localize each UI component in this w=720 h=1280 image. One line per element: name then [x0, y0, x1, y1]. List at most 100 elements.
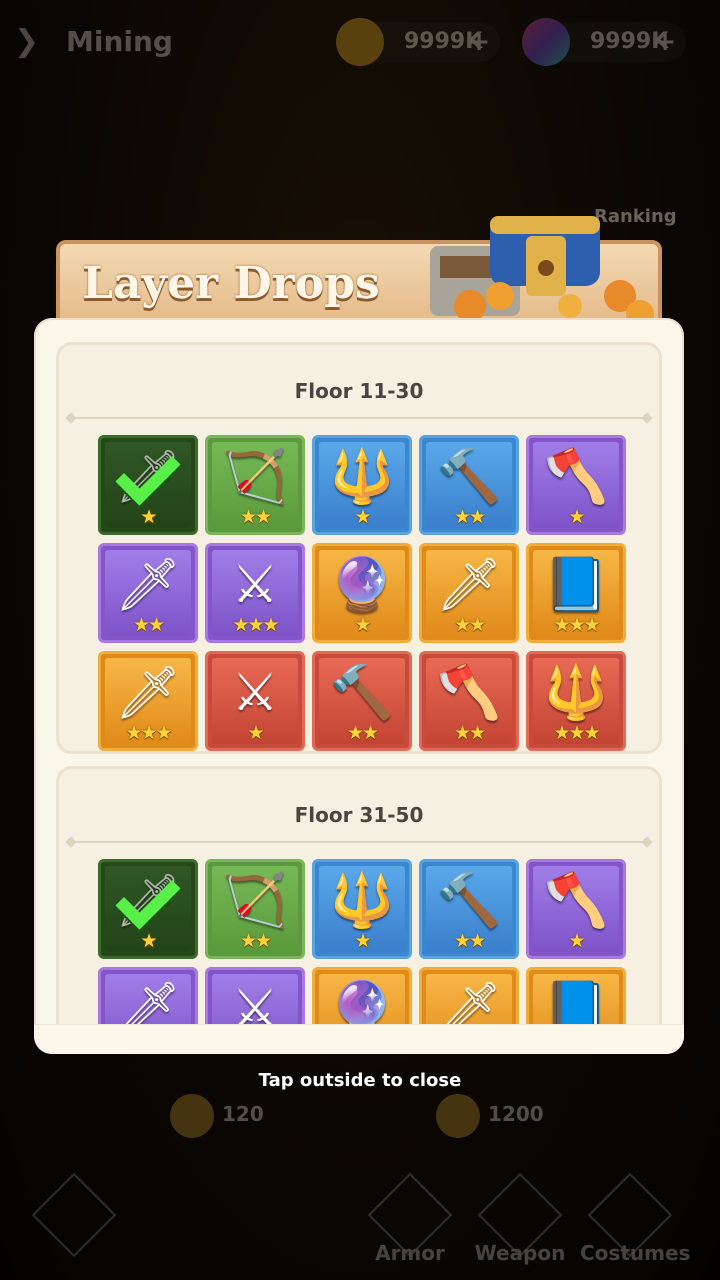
hammer-icon: 🔨	[436, 447, 502, 507]
spiked-mace-icon: 🔨	[329, 663, 395, 723]
star-rating: ★	[247, 722, 264, 744]
scimitar-icon: 🗡	[435, 979, 502, 1024]
axe-icon: 🪓	[543, 447, 609, 507]
star-rating: ★	[354, 506, 371, 528]
cost-small: 120	[170, 1092, 264, 1138]
bow-icon: 🏹	[222, 871, 288, 931]
drop-item-scimitar[interactable]: 🗡★★	[419, 967, 519, 1024]
section-title: Floor 11-30	[294, 379, 424, 403]
great-sword-icon: ⚔	[231, 555, 279, 615]
add-gold-icon[interactable]: +	[468, 22, 490, 62]
section-divider	[71, 417, 647, 419]
nav-costumes-label: Costumes	[580, 1241, 691, 1265]
axe-icon: 🪓	[543, 871, 609, 931]
drop-item-hammer[interactable]: 🔨 ★★	[419, 435, 519, 535]
drop-item-spiked-mace[interactable]: 🔨 ★★	[312, 651, 412, 751]
drop-item-ice-lance[interactable]: 🔱 ★★★	[526, 651, 626, 751]
drop-item-bow[interactable]: 🏹 ★★	[205, 859, 305, 959]
drop-item-spear[interactable]: 🔱 ★	[312, 435, 412, 535]
ice-lance-icon: 🔱	[543, 663, 609, 723]
hammer-icon: 🔨	[436, 871, 502, 931]
drops-scroll-area[interactable]: Floor 11-30 🗡 ★ 🏹 ★★ 🔱 ★ 🔨 ★★ 🪓 ★ 🗡 ★★ ⚔ ★★★ 🔮 ★ 🗡 ★★ 📘 ★★★…	[34, 318, 684, 1024]
nav-weapon-label: Weapon	[474, 1241, 566, 1265]
section-divider	[71, 841, 647, 843]
nav-weapon[interactable]: Weapon	[470, 1172, 570, 1275]
demon-scythe-icon: 🪓	[436, 663, 502, 723]
gold-counter[interactable]: 9999K +	[336, 18, 500, 66]
drop-item-dagger[interactable]: 🗡★★	[98, 543, 198, 643]
drop-item-orb-staff[interactable]: 🔮★	[312, 967, 412, 1024]
drop-item-bow[interactable]: 🏹 ★★	[205, 435, 305, 535]
nav-armor-label: Armor	[375, 1241, 445, 1265]
star-rating: ★★★	[553, 614, 600, 636]
star-rating: ★★	[132, 614, 165, 636]
nav-armor[interactable]: Armor	[360, 1172, 460, 1275]
star-rating: ★★	[453, 722, 486, 744]
layer-drops-panel[interactable]: Floor 11-30 🗡 ★ 🏹 ★★ 🔱 ★ 🔨 ★★ 🪓 ★ 🗡 ★★ ⚔ ★★★ 🔮 ★ 🗡 ★★ 📘 ★★★…	[34, 318, 684, 1054]
cost-small-value: 120	[222, 1102, 264, 1126]
orb-staff-icon: 🔮	[329, 979, 395, 1024]
panel-bottom-edge	[34, 1024, 684, 1054]
star-rating: ★	[140, 506, 157, 528]
cursed-blade-icon: ⚔	[231, 663, 279, 723]
drop-item-sword[interactable]: 🗡 ★	[98, 859, 198, 959]
page-title: Mining	[66, 25, 173, 58]
star-rating: ★★	[239, 930, 272, 952]
drop-item-orb-staff[interactable]: 🔮★	[312, 543, 412, 643]
spear-icon: 🔱	[329, 447, 395, 507]
back-icon[interactable]: ❯	[14, 24, 54, 60]
star-rating: ★	[140, 930, 157, 952]
star-rating: ★★	[239, 506, 272, 528]
drop-item-flame-sword[interactable]: 🗡 ★★★	[98, 651, 198, 751]
cost-large-value: 1200	[488, 1102, 544, 1126]
drops-grid: 🗡 ★ 🏹 ★★ 🔱 ★ 🔨 ★★ 🪓 ★ 🗡 ★★ ⚔ ★★★ 🔮 ★ 🗡 ★★ 📘 ★★★ 🗡 ★★★ ⚔ ★ 🔨 ★★ 🪓 ★★…	[98, 435, 628, 751]
diamond-menu-icon	[31, 1172, 117, 1258]
great-sword-icon: ⚔	[231, 979, 279, 1024]
drop-item-sword[interactable]: 🗡 ★	[98, 435, 198, 535]
star-rating: ★★	[346, 722, 379, 744]
drop-item-demon-scythe[interactable]: 🪓 ★★	[419, 651, 519, 751]
menu-button[interactable]	[24, 1172, 124, 1275]
drop-item-cursed-blade[interactable]: ⚔ ★	[205, 651, 305, 751]
star-rating: ★	[354, 930, 371, 952]
dagger-icon: 🗡	[114, 979, 181, 1024]
scimitar-icon: 🗡	[435, 555, 502, 615]
flame-sword-icon: 🗡	[114, 663, 181, 723]
star-rating: ★	[568, 930, 585, 952]
gem-icon	[522, 18, 570, 66]
star-rating: ★★★	[125, 722, 172, 744]
treasure-chest-icon	[430, 216, 654, 326]
drop-item-hammer[interactable]: 🔨 ★★	[419, 859, 519, 959]
star-rating: ★★★	[553, 722, 600, 744]
star-rating: ★★	[453, 614, 486, 636]
ore-icon	[436, 1093, 480, 1138]
drop-item-axe[interactable]: 🪓 ★	[526, 859, 626, 959]
bow-icon: 🏹	[222, 447, 288, 507]
ore-icon	[170, 1093, 214, 1138]
close-hint[interactable]: Tap outside to close	[0, 1070, 720, 1091]
drop-item-great-sword[interactable]: ⚔★★★	[205, 543, 305, 643]
section-title: Floor 31-50	[294, 803, 424, 827]
drop-item-spellbook[interactable]: 📘★★★	[526, 967, 626, 1024]
gem-counter[interactable]: 9999K +	[522, 18, 686, 66]
spellbook-icon: 📘	[543, 979, 609, 1024]
dagger-icon: 🗡	[114, 555, 181, 615]
spellbook-icon: 📘	[543, 555, 609, 615]
cost-large: 1200	[436, 1092, 544, 1138]
top-bar: ❯ Mining 9999K + 9999K +	[0, 14, 720, 70]
drop-item-dagger[interactable]: 🗡★★	[98, 967, 198, 1024]
star-rating: ★★	[453, 506, 486, 528]
drop-item-spear[interactable]: 🔱 ★	[312, 859, 412, 959]
nav-costumes[interactable]: Costumes	[580, 1172, 691, 1275]
drop-item-spellbook[interactable]: 📘★★★	[526, 543, 626, 643]
drop-item-scimitar[interactable]: 🗡★★	[419, 543, 519, 643]
floor-section-31-50: Floor 31-50 🗡★🏹★★🔱★🔨★★🪓★🗡★★⚔★★★🔮★🗡★★📘★★★	[56, 766, 662, 1024]
add-gems-icon[interactable]: +	[654, 22, 676, 62]
drop-item-great-sword[interactable]: ⚔★★★	[205, 967, 305, 1024]
drop-item-axe[interactable]: 🪓 ★	[526, 435, 626, 535]
modal-title: Layer Drops	[82, 258, 380, 309]
gold-coin-icon	[336, 18, 384, 66]
star-rating: ★★★	[232, 614, 279, 636]
spear-icon: 🔱	[329, 871, 395, 931]
drops-grid: 🗡★🏹★★🔱★🔨★★🪓★🗡★★⚔★★★🔮★🗡★★📘★★★	[98, 859, 628, 1024]
